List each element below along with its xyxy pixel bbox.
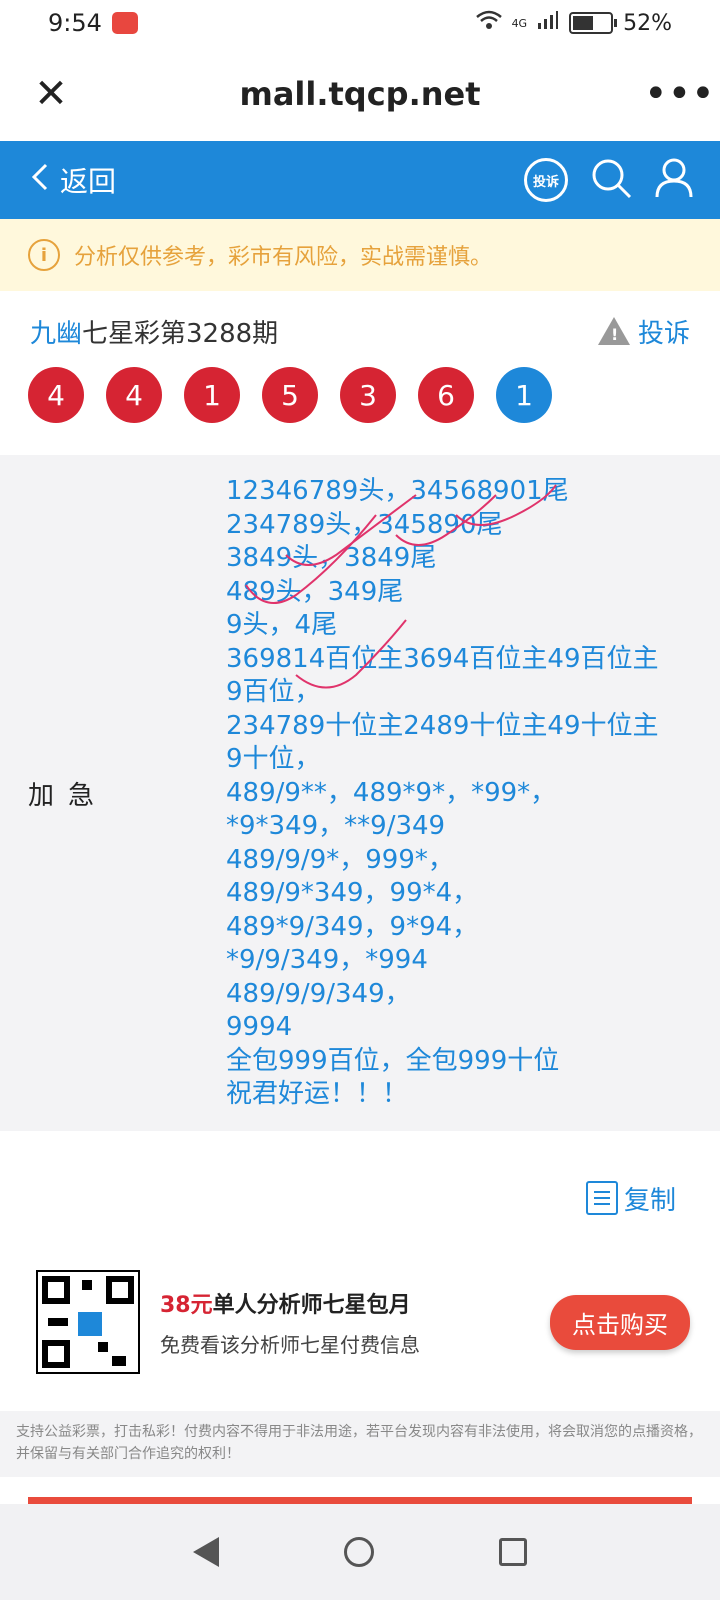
status-time: 9:54 bbox=[48, 9, 102, 37]
content-line: 9994 bbox=[226, 1012, 293, 1042]
user-icon[interactable] bbox=[654, 157, 694, 203]
content-line: 祝君好运！！！ bbox=[226, 1079, 409, 1109]
content-line: 9百位， bbox=[226, 677, 321, 707]
post-content: 加急 12346789头，34568901尾 234789头，345890尾 3… bbox=[0, 455, 720, 1131]
copy-label: 复制 bbox=[623, 1185, 676, 1216]
promo-subtitle: 免费看该分析师七星付费信息 bbox=[160, 1332, 420, 1357]
buy-button[interactable]: 点击购买 bbox=[550, 1294, 690, 1350]
post-title-row: 九幽七星彩第3288期 ! 投诉 bbox=[0, 291, 720, 353]
copy-row: 复制 bbox=[0, 1131, 720, 1231]
notification-icon bbox=[111, 12, 138, 34]
home-circle-icon[interactable] bbox=[343, 1537, 374, 1567]
content-line: 234789十位主2489十位主49十位主 bbox=[226, 710, 659, 741]
status-left: 9:54 bbox=[48, 9, 138, 37]
number-ball: 6 bbox=[418, 367, 474, 423]
search-icon[interactable] bbox=[590, 157, 632, 203]
copy-icon bbox=[585, 1181, 618, 1215]
browser-url[interactable]: mall.tqcp.net bbox=[239, 75, 480, 113]
content-line: 234789头，345890尾 bbox=[226, 509, 503, 540]
content-line: 9十位， bbox=[226, 744, 321, 774]
content-line: 489头，349尾 bbox=[226, 576, 404, 607]
content-line: *9*349，**9/349 bbox=[226, 811, 446, 841]
back-triangle-icon[interactable] bbox=[192, 1537, 219, 1567]
complain-button[interactable]: 投诉 bbox=[524, 158, 568, 202]
copy-button[interactable]: 复制 bbox=[585, 1180, 676, 1217]
number-ball: 4 bbox=[106, 367, 162, 423]
promo-text: 38元单人分析师七星包月 免费看该分析师七星付费信息 bbox=[140, 1287, 550, 1358]
author-link[interactable]: 九幽 bbox=[30, 319, 82, 349]
promo-price: 38元 bbox=[160, 1292, 213, 1318]
app-header: 返回 投诉 bbox=[0, 141, 720, 219]
content-label: 加急 bbox=[28, 780, 109, 811]
content-line: 369814百位主3694百位主49百位主 bbox=[226, 643, 659, 674]
content-line: *9/9/349，*994 bbox=[226, 945, 428, 975]
report-label: 投诉 bbox=[637, 318, 690, 349]
browser-bar: ✕ mall.tqcp.net ••• bbox=[0, 46, 720, 141]
content-body: 12346789头，34568901尾 234789头，345890尾 3849… bbox=[226, 475, 720, 1111]
close-icon[interactable]: ✕ bbox=[26, 71, 76, 117]
chevron-left-icon bbox=[30, 162, 50, 199]
bonus-ball: 1 bbox=[496, 367, 552, 423]
back-label: 返回 bbox=[60, 165, 117, 198]
content-line: 全包999百位，全包999十位 bbox=[226, 1045, 560, 1076]
status-right: 4G 52% bbox=[475, 9, 672, 37]
subscription-promo: 38元单人分析师七星包月 免费看该分析师七星付费信息 点击购买 bbox=[0, 1257, 720, 1387]
content-line: 489/9**，489*9*，*99*， bbox=[226, 777, 557, 808]
content-line: 489/9/9*，999*， bbox=[226, 844, 454, 875]
status-bar: 9:54 4G 52% bbox=[0, 0, 720, 46]
battery-level: 52% bbox=[623, 10, 672, 36]
report-button[interactable]: ! 投诉 bbox=[597, 313, 690, 350]
notice-text: 分析仅供参考，彩市有风险，实战需谨慎。 bbox=[74, 245, 493, 270]
number-ball: 5 bbox=[262, 367, 318, 423]
content-line: 12346789头，34568901尾 bbox=[226, 476, 569, 506]
more-icon[interactable]: ••• bbox=[644, 71, 715, 117]
content-line: 489*9/349，9*94， bbox=[226, 911, 479, 942]
number-ball: 1 bbox=[184, 367, 240, 423]
system-nav-bar bbox=[0, 1504, 720, 1600]
promo-title: 38元单人分析师七星包月 bbox=[160, 1287, 550, 1319]
post-title: 九幽七星彩第3288期 bbox=[30, 313, 278, 350]
recents-square-icon[interactable] bbox=[499, 1538, 528, 1566]
number-ball: 4 bbox=[28, 367, 84, 423]
warning-icon: ! bbox=[597, 317, 630, 345]
number-ball: 3 bbox=[340, 367, 396, 423]
back-button[interactable]: 返回 bbox=[30, 160, 116, 200]
info-icon: i bbox=[28, 239, 60, 271]
content-line: 3849头，3849尾 bbox=[226, 543, 437, 573]
content-line: 489/9/9/349， bbox=[226, 978, 411, 1009]
header-icons: 投诉 bbox=[524, 157, 694, 203]
risk-notice: i 分析仅供参考，彩市有风险，实战需谨慎。 bbox=[0, 219, 720, 291]
draw-numbers: 4 4 1 5 3 6 1 bbox=[0, 353, 720, 455]
issue-title: 七星彩第3288期 bbox=[82, 318, 279, 349]
signal-icon bbox=[537, 10, 559, 36]
disclaimer: 支持公益彩票，打击私彩！付费内容不得用于非法用途，若平台发现内容有非法使用，将会… bbox=[0, 1411, 720, 1477]
qr-code bbox=[36, 1270, 140, 1374]
promo-title-text: 单人分析师七星包月 bbox=[212, 1292, 411, 1318]
content-line: 489/9*349，99*4， bbox=[226, 878, 479, 908]
battery-icon bbox=[569, 12, 618, 34]
wifi-icon bbox=[475, 9, 502, 37]
network-type: 4G bbox=[511, 16, 528, 30]
content-line: 9头，4尾 bbox=[226, 610, 338, 640]
